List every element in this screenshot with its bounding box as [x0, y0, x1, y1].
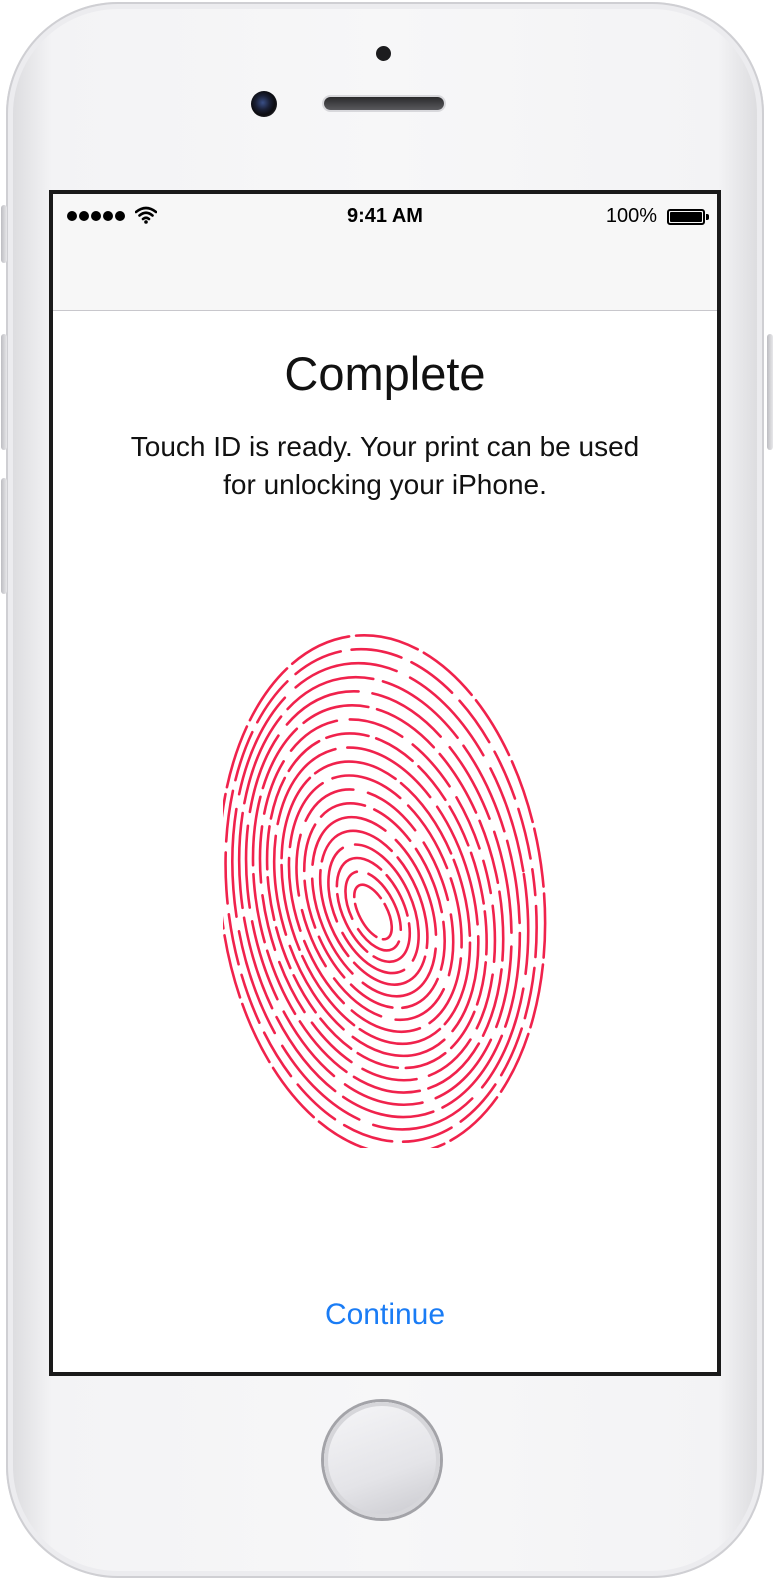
earpiece-speaker: [324, 97, 444, 110]
continue-button[interactable]: Continue: [285, 1292, 485, 1338]
volume-up-button: [1, 334, 7, 450]
status-bar: 9:41 AM 100%: [53, 194, 717, 240]
front-camera-icon: [251, 91, 277, 117]
battery-tip: [706, 214, 709, 220]
battery-percentage: 100%: [605, 205, 657, 227]
volume-down-button: [1, 478, 7, 594]
mute-switch: [1, 205, 7, 263]
page-message: Touch ID is ready. Your print can be use…: [83, 428, 687, 504]
power-button: [767, 334, 773, 450]
phone-screen: 9:41 AM 100% Complete Touch ID is ready.…: [49, 190, 721, 1376]
proximity-sensor: [376, 46, 391, 61]
page-title: Complete: [284, 347, 486, 400]
battery-icon: [667, 209, 705, 225]
fingerprint-ridge: [231, 661, 530, 1131]
fingerprint-ridge: [352, 883, 394, 941]
fingerprint-ridge: [310, 815, 438, 998]
home-button[interactable]: [324, 1402, 440, 1518]
message-line-1: Touch ID is ready. Your print can be use…: [130, 431, 640, 462]
navigation-bar: [53, 240, 717, 311]
fingerprint-ridge: [244, 689, 513, 1107]
battery-level-fill: [670, 212, 702, 222]
message-line-2: for unlocking your iPhone.: [223, 469, 547, 500]
fingerprint-icon: [223, 633, 547, 1148]
